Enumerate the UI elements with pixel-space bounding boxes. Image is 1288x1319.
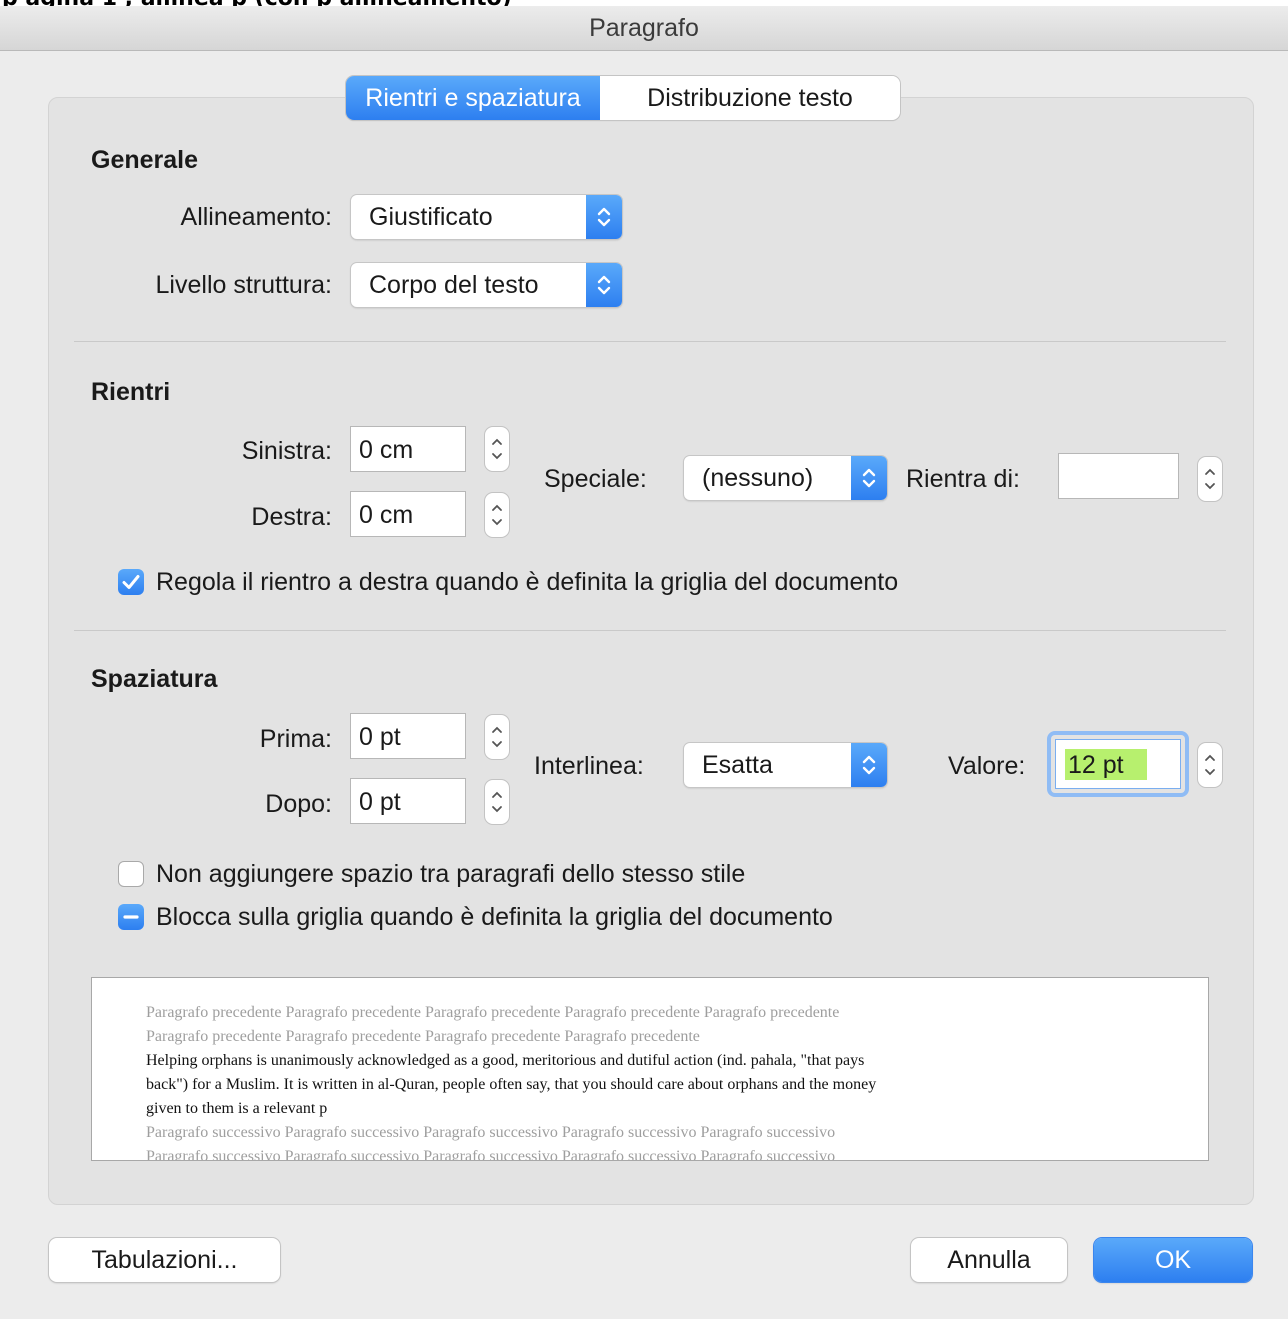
interlinea-label: Interlinea:	[534, 752, 644, 780]
allineamento-value: Giustificato	[369, 203, 493, 231]
annulla-button[interactable]: Annulla	[911, 1238, 1067, 1282]
window-title: Paragrafo	[589, 14, 699, 42]
regola-rientro-checkbox[interactable]	[118, 569, 144, 595]
tabulazioni-button[interactable]: Tabulazioni...	[49, 1238, 280, 1282]
valore-stepper[interactable]	[1197, 742, 1223, 788]
sinistra-stepper[interactable]	[484, 426, 510, 472]
rientra-di-stepper[interactable]	[1197, 456, 1223, 502]
prima-label: Prima:	[259, 725, 332, 753]
non-aggiungere-spazio-checkbox[interactable]	[118, 861, 144, 887]
dopo-field[interactable]: 0 pt	[350, 778, 466, 824]
title-bar: Paragrafo	[0, 6, 1288, 51]
interlinea-value: Esatta	[702, 751, 773, 779]
livello-struttura-label: Livello struttura:	[155, 271, 332, 299]
popup-arrows-icon	[851, 743, 887, 787]
allineamento-popup[interactable]: Giustificato	[351, 195, 622, 239]
speciale-popup[interactable]: (nessuno)	[684, 456, 887, 500]
ok-button[interactable]: OK	[1094, 1238, 1252, 1282]
tab-rientri-e-spaziatura[interactable]: Rientri e spaziatura	[346, 76, 600, 120]
section-divider	[74, 630, 1226, 631]
popup-arrows-icon	[851, 456, 887, 500]
preview-body-line: back") for a Muslim. It is written in al…	[146, 1076, 877, 1093]
allineamento-label: Allineamento:	[180, 203, 332, 231]
sinistra-value: 0 cm	[359, 436, 414, 464]
livello-struttura-popup[interactable]: Corpo del testo	[351, 263, 622, 307]
sinistra-field[interactable]: 0 cm	[350, 426, 466, 472]
section-heading-spaziatura: Spaziatura	[91, 665, 218, 693]
preview-previous-line: Paragrafo precedente Paragrafo precedent…	[146, 1028, 700, 1045]
section-divider	[74, 341, 1226, 342]
blocca-griglia-label[interactable]: Blocca sulla griglia quando è definita l…	[156, 903, 833, 932]
mixed-state-icon	[123, 915, 139, 919]
destra-label: Destra:	[251, 503, 332, 531]
preview-next-line: Paragrafo successivo Paragrafo successiv…	[146, 1148, 836, 1161]
dopo-stepper[interactable]	[484, 779, 510, 825]
interlinea-popup[interactable]: Esatta	[684, 743, 887, 787]
livello-struttura-value: Corpo del testo	[369, 271, 539, 299]
valore-label: Valore:	[948, 752, 1026, 780]
regola-rientro-label[interactable]: Regola il rientro a destra quando è defi…	[156, 568, 898, 597]
sinistra-label: Sinistra:	[241, 437, 332, 465]
dopo-label: Dopo:	[265, 790, 332, 818]
rientra-di-field[interactable]	[1058, 453, 1179, 499]
destra-field[interactable]: 0 cm	[350, 491, 466, 537]
speciale-value: (nessuno)	[702, 464, 814, 492]
blocca-griglia-checkbox[interactable]	[118, 904, 144, 930]
destra-value: 0 cm	[359, 501, 414, 529]
preview-previous-line: Paragrafo precedente Paragrafo precedent…	[146, 1004, 840, 1021]
section-heading-rientri: Rientri	[91, 378, 171, 406]
section-heading-generale: Generale	[91, 146, 199, 174]
speciale-label: Speciale:	[544, 465, 647, 493]
valore-field[interactable]: 12 pt	[1055, 739, 1181, 789]
destra-stepper[interactable]	[484, 492, 510, 538]
dopo-value: 0 pt	[359, 788, 401, 816]
tab-bar: Rientri e spaziatura Distribuzione testo	[346, 76, 900, 120]
prima-field[interactable]: 0 pt	[350, 713, 466, 759]
prima-value: 0 pt	[359, 723, 401, 751]
rientra-di-label: Rientra di:	[906, 465, 1020, 493]
preview-body-line: Helping orphans is unanimously acknowled…	[146, 1052, 865, 1069]
popup-arrows-icon	[586, 263, 622, 307]
popup-arrows-icon	[586, 195, 622, 239]
paragraph-preview: Paragrafo precedente Paragrafo precedent…	[91, 977, 1209, 1161]
preview-body-line: given to them is a relevant p	[146, 1100, 328, 1117]
preview-next-line: Paragrafo successivo Paragrafo successiv…	[146, 1124, 836, 1141]
tab-distribuzione-testo[interactable]: Distribuzione testo	[600, 76, 900, 120]
non-aggiungere-spazio-label[interactable]: Non aggiungere spazio tra paragrafi dell…	[156, 860, 745, 889]
valore-value: 12 pt	[1068, 751, 1124, 779]
checkmark-icon	[122, 575, 140, 589]
prima-stepper[interactable]	[484, 714, 510, 760]
